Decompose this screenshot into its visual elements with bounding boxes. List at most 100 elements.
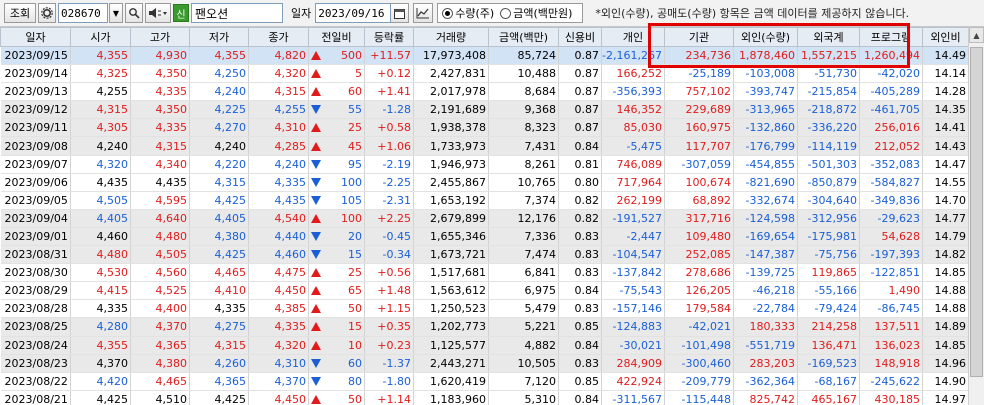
table-row[interactable]: 2023/09/01 4,460 4,480 4,380 4,440 20 -0.45 1,6… <box>0 227 969 247</box>
table-row[interactable]: 2023/08/22 4,420 4,465 4,365 4,370 80 -1.80 1,6… <box>0 372 969 391</box>
change-value: 50 <box>348 302 362 316</box>
date-input[interactable]: 2023/09/16 <box>315 3 392 23</box>
column-header[interactable]: 금액(백만) <box>488 27 559 47</box>
vertical-scrollbar[interactable]: ▲ <box>968 27 984 405</box>
change-value: 20 <box>348 229 362 243</box>
table-cell: 4,380 <box>189 227 249 247</box>
table-row[interactable]: 2023/09/06 4,435 4,435 4,315 4,335 100 -2.25 2,… <box>0 173 969 192</box>
table-cell: -218,872 <box>797 100 860 120</box>
table-cell: 14.70 <box>922 191 969 210</box>
credit-badge: 신 <box>173 4 189 22</box>
table-cell: 0.87 <box>558 46 602 66</box>
table-cell: 1,183,960 <box>413 390 489 405</box>
table-cell: 1,673,721 <box>413 245 489 265</box>
table-cell: 4,240 <box>189 136 249 156</box>
table-cell: 4,420 <box>70 372 131 391</box>
inquiry-button[interactable]: 조회 <box>4 3 36 23</box>
column-header[interactable]: 저가 <box>189 27 249 47</box>
table-row[interactable]: 2023/09/04 4,405 4,640 4,405 4,540 100 +2.25 2,… <box>0 209 969 228</box>
column-header[interactable]: 전일비 <box>308 27 365 47</box>
column-header[interactable]: 외국계 <box>797 27 860 47</box>
scroll-up-icon[interactable]: ▲ <box>969 27 984 43</box>
change-value: 95 <box>348 157 362 171</box>
stock-code-input[interactable]: 028670 <box>58 3 108 23</box>
down-arrow-icon <box>311 105 321 115</box>
table-cell: -1.28 <box>364 100 414 120</box>
table-cell: -124,598 <box>733 209 798 228</box>
table-row[interactable]: 2023/08/28 4,335 4,400 4,335 4,385 50 +1.15 1,2… <box>0 299 969 319</box>
table-cell: 4,220 <box>189 155 249 174</box>
table-row[interactable]: 2023/08/25 4,280 4,370 4,275 4,335 15 +0.35 1,2… <box>0 317 969 337</box>
column-header[interactable]: 거래량 <box>413 27 489 47</box>
change-cell: 50 <box>308 390 365 405</box>
table-row[interactable]: 2023/08/29 4,415 4,525 4,410 4,450 65 +1.48 1,5… <box>0 281 969 301</box>
table-cell: 0.87 <box>558 100 602 120</box>
chart-icon[interactable] <box>413 3 434 23</box>
table-cell: 4,425 <box>189 390 249 405</box>
table-row[interactable]: 2023/09/12 4,315 4,350 4,225 4,255 55 -1.28 2,1… <box>0 100 969 120</box>
change-value: 105 <box>341 193 362 207</box>
table-row[interactable]: 2023/08/21 4,425 4,510 4,425 4,450 50 +1.14 1,1… <box>0 390 969 405</box>
column-header[interactable]: 신용비 <box>558 27 602 47</box>
table-row[interactable]: 2023/09/14 4,325 4,350 4,250 4,320 5 +0.12 2,42… <box>0 64 969 84</box>
table-cell: -501,303 <box>797 155 860 174</box>
table-cell: 4,820 <box>248 46 309 66</box>
search-icon[interactable] <box>125 3 143 23</box>
table-row[interactable]: 2023/08/31 4,480 4,505 4,425 4,460 15 -0.34 1,6… <box>0 245 969 265</box>
table-cell: 4,510 <box>130 390 190 405</box>
column-header[interactable]: 기관 <box>664 27 734 47</box>
table-cell: 85,030 <box>601 118 665 138</box>
table-cell: 234,736 <box>664 46 734 66</box>
table-cell: 1,946,973 <box>413 155 489 174</box>
table-cell: 14.97 <box>922 390 969 405</box>
table-cell: 4,315 <box>248 82 309 102</box>
table-row[interactable]: 2023/09/08 4,240 4,315 4,240 4,285 45 +1.06 1,7… <box>0 136 969 156</box>
radio-amount[interactable]: 금액(백만원) <box>500 5 572 21</box>
change-cell: 60 <box>308 82 365 102</box>
table-cell: -5,475 <box>601 136 665 156</box>
column-header[interactable]: 프로그램 <box>859 27 923 47</box>
up-arrow-icon <box>311 141 321 151</box>
radio-quantity[interactable]: 수량(주) <box>442 5 494 21</box>
up-arrow-icon <box>311 340 321 350</box>
gear-icon[interactable] <box>38 3 56 23</box>
column-header[interactable]: 고가 <box>130 27 190 47</box>
table-row[interactable]: 2023/08/30 4,530 4,560 4,465 4,475 25 +0.56 1,5… <box>0 263 969 283</box>
table-row[interactable]: 2023/09/15 4,355 4,930 4,355 4,820 500 +11.57 1… <box>0 46 969 66</box>
table-row[interactable]: 2023/08/23 4,370 4,380 4,260 4,310 60 -1.37 2,4… <box>0 354 969 373</box>
table-row[interactable]: 2023/09/05 4,505 4,595 4,425 4,435 105 -2.31 1,… <box>0 191 969 210</box>
speaker-icon[interactable] <box>145 3 171 23</box>
table-row[interactable]: 2023/09/07 4,320 4,340 4,220 4,240 95 -2.19 1,9… <box>0 155 969 174</box>
up-arrow-icon <box>311 87 321 97</box>
table-cell: 2023/08/25 <box>0 317 71 337</box>
table-cell: 4,415 <box>70 281 131 301</box>
column-header[interactable]: 시가 <box>70 27 131 47</box>
table-cell: 4,310 <box>248 118 309 138</box>
table-cell: 4,425 <box>189 191 249 210</box>
column-header[interactable]: 종가 <box>248 27 309 47</box>
table-row[interactable]: 2023/09/11 4,305 4,335 4,270 4,310 25 +0.58 1,9… <box>0 118 969 138</box>
table-row[interactable]: 2023/09/13 4,255 4,335 4,240 4,315 60 +1.41 2,0… <box>0 82 969 102</box>
code-dropdown-button[interactable]: ▼ <box>109 3 123 23</box>
radio-amount-label: 금액(백만원) <box>513 7 573 20</box>
scroll-thumb[interactable] <box>970 47 983 377</box>
table-cell: 4,240 <box>189 82 249 102</box>
table-cell: 2023/09/11 <box>0 118 71 138</box>
table-cell: -311,567 <box>601 390 665 405</box>
table-cell: 12,176 <box>488 209 559 228</box>
table-cell: 17,973,408 <box>413 46 489 66</box>
column-header[interactable]: 개인 <box>601 27 665 47</box>
column-header[interactable]: 외인(수량) <box>733 27 798 47</box>
table-row[interactable]: 2023/08/24 4,355 4,365 4,315 4,320 10 +0.23 1,1… <box>0 336 969 355</box>
table-cell: -42,021 <box>664 317 734 337</box>
column-header[interactable]: 등락률 <box>364 27 414 47</box>
table-cell: 0.85 <box>558 372 602 391</box>
table-cell: 14.85 <box>922 336 969 355</box>
radio-unselected-icon <box>500 7 512 19</box>
up-arrow-icon <box>311 286 321 296</box>
change-value: 80 <box>348 374 362 388</box>
column-header[interactable]: 외인비 <box>922 27 969 47</box>
column-header[interactable]: 일자 <box>0 27 71 47</box>
calendar-icon[interactable] <box>391 3 410 23</box>
table-cell: -101,498 <box>664 336 734 355</box>
